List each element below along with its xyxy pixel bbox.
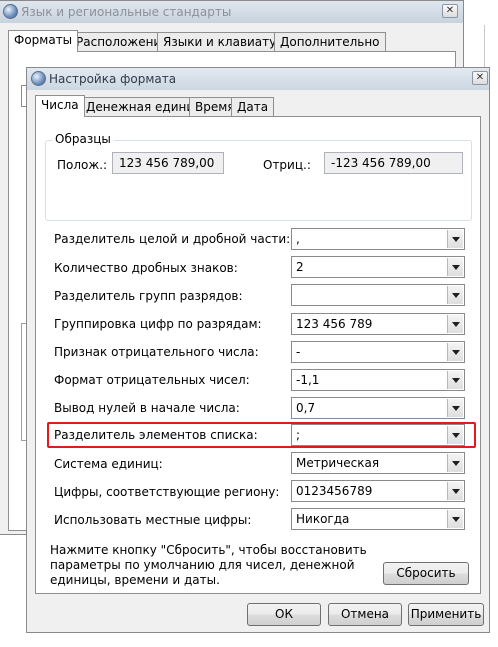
leading-zeros-value: 0,7 <box>296 401 316 415</box>
decimal-digits-value: 2 <box>296 260 304 274</box>
chevron-down-icon[interactable] <box>447 371 463 389</box>
list-separator-highlight <box>47 422 476 448</box>
chevron-down-icon[interactable] <box>447 510 463 528</box>
leading-zeros-combo[interactable]: 0,7 <box>291 397 465 419</box>
digit-grouping-value: 123 456 789 <box>296 317 373 331</box>
standard-digits-label: Цифры, соответствующие региону: <box>54 485 280 499</box>
measurement-system-value: Метрическая <box>296 456 380 470</box>
chevron-down-icon[interactable] <box>447 315 463 333</box>
settings-rows: Разделитель целой и дробной части: , Кол… <box>0 0 498 647</box>
chevron-down-icon[interactable] <box>447 454 463 472</box>
digit-grouping-label: Группировка цифр по разрядам: <box>54 317 262 331</box>
negative-format-value: -1,1 <box>296 373 320 387</box>
digit-group-separator-label: Разделитель групп разрядов: <box>54 289 243 303</box>
negative-format-combo[interactable]: -1,1 <box>291 369 465 391</box>
standard-digits-value: 0123456789 <box>296 484 373 498</box>
chevron-down-icon[interactable] <box>447 258 463 276</box>
negative-sign-value: - <box>296 345 301 359</box>
native-digits-value: Никогда <box>296 512 350 526</box>
decimal-separator-value: , <box>296 232 300 246</box>
chevron-down-icon[interactable] <box>447 286 463 304</box>
measurement-system-combo[interactable]: Метрическая <box>291 452 465 474</box>
decimal-separator-combo[interactable]: , <box>291 228 465 250</box>
leading-zeros-label: Вывод нулей в начале числа: <box>54 401 240 415</box>
standard-digits-combo[interactable]: 0123456789 <box>291 480 465 502</box>
digit-group-separator-combo[interactable] <box>291 284 465 306</box>
chevron-down-icon[interactable] <box>447 343 463 361</box>
measurement-system-label: Система единиц: <box>54 457 163 471</box>
decimal-separator-label: Разделитель целой и дробной части: <box>54 232 291 246</box>
native-digits-label: Использовать местные цифры: <box>54 513 252 527</box>
digit-grouping-combo[interactable]: 123 456 789 <box>291 313 465 335</box>
decimal-digits-label: Количество дробных знаков: <box>54 261 238 275</box>
negative-format-label: Формат отрицательных чисел: <box>54 373 250 387</box>
chevron-down-icon[interactable] <box>447 482 463 500</box>
chevron-down-icon[interactable] <box>447 230 463 248</box>
negative-sign-combo[interactable]: - <box>291 341 465 363</box>
chevron-down-icon[interactable] <box>447 399 463 417</box>
decimal-digits-combo[interactable]: 2 <box>291 256 465 278</box>
negative-sign-label: Признак отрицательного числа: <box>54 345 259 359</box>
native-digits-combo[interactable]: Никогда <box>291 508 465 530</box>
